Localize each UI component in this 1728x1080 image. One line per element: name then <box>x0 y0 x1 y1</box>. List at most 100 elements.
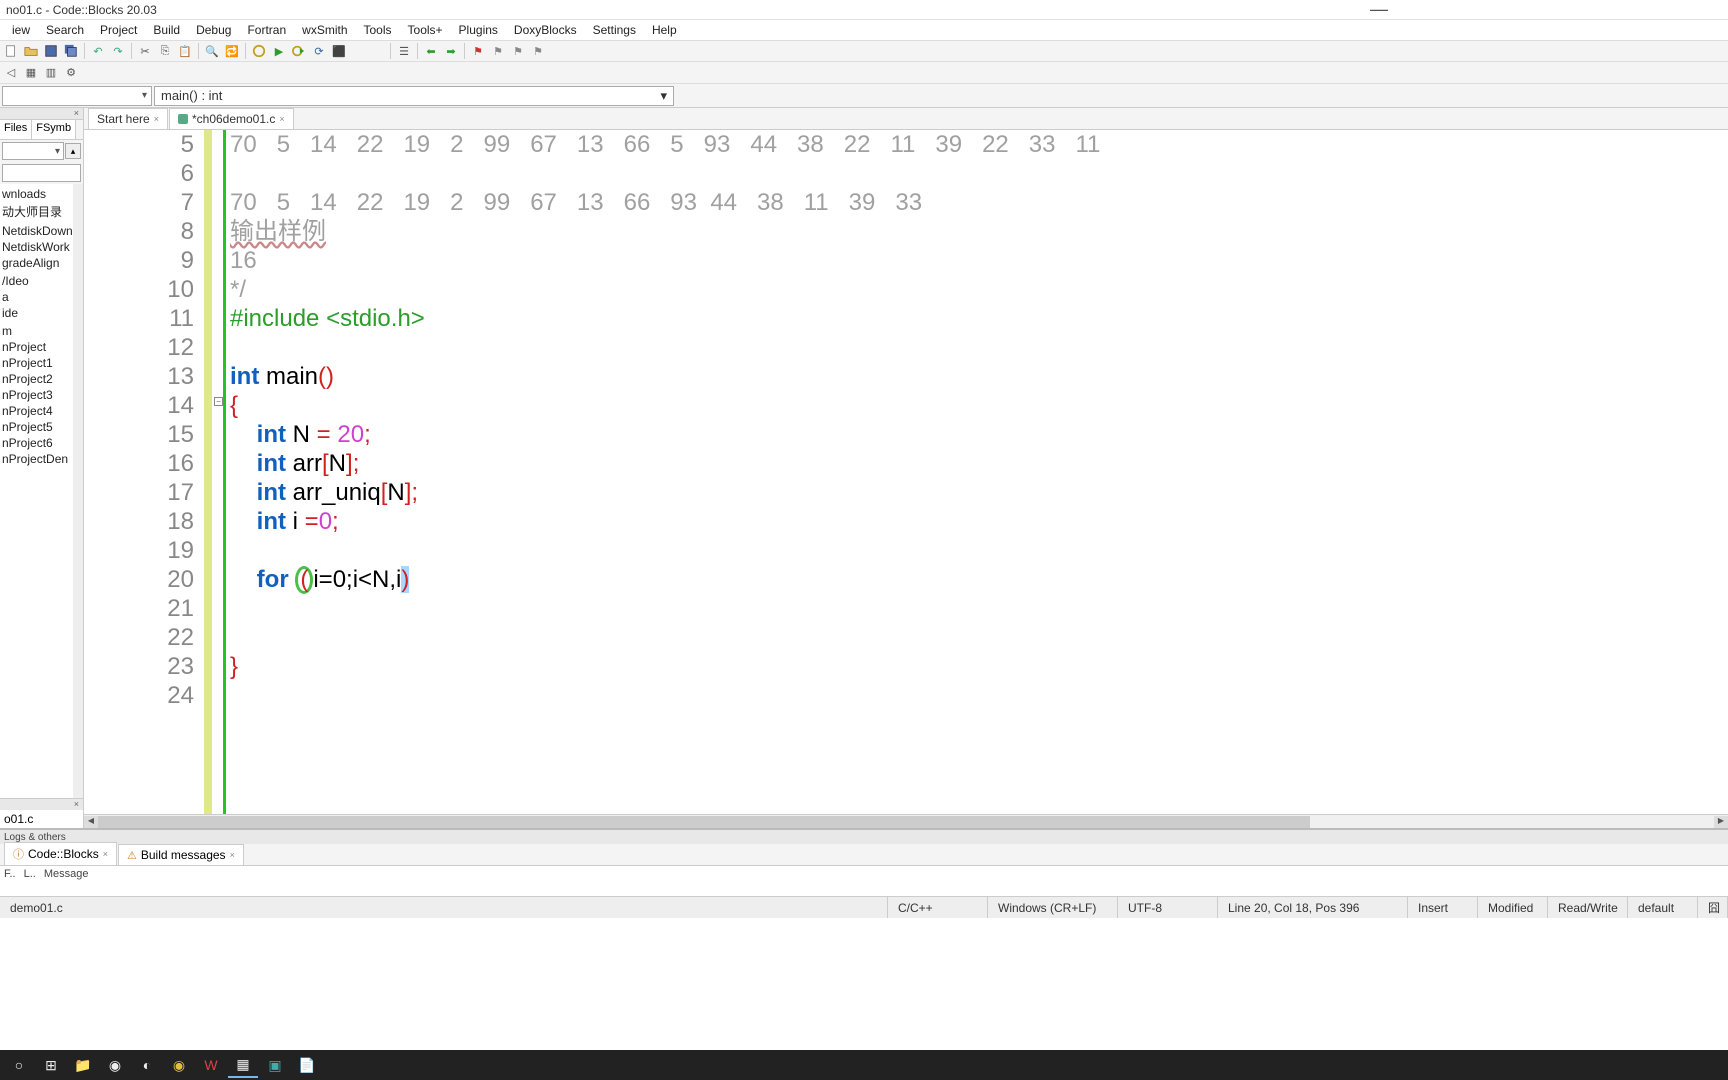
abort-icon[interactable]: ⬛ <box>330 42 348 60</box>
sidebar-close-bottom[interactable]: × <box>0 798 83 810</box>
copy-icon[interactable]: ⎘ <box>156 42 174 60</box>
menu-view[interactable]: iew <box>4 23 38 37</box>
tree-item[interactable]: /Ideo <box>0 273 83 289</box>
open-icon[interactable] <box>22 42 40 60</box>
new-icon[interactable] <box>2 42 20 60</box>
code-editor[interactable]: 56 78 910 1112 1314 1516 1718 1920 2122 … <box>84 130 1728 814</box>
sidebar-up-icon[interactable]: ▴ <box>65 143 81 159</box>
code-content[interactable]: 70 5 14 22 19 2 99 67 13 66 5 93 44 38 2… <box>226 130 1728 814</box>
close-icon[interactable]: × <box>279 114 284 124</box>
taskbar-app-icon[interactable]: ◉ <box>164 1052 194 1078</box>
sidebar-tab-fsymb[interactable]: FSymb <box>32 120 76 139</box>
menu-fortran[interactable]: Fortran <box>239 23 294 37</box>
scroll-thumb[interactable] <box>98 816 1310 828</box>
sidebar-file-tree[interactable]: wnloads 动大师目录 NetdiskDown NetdiskWork gr… <box>0 184 83 798</box>
tree-item[interactable]: gradeAlign <box>0 255 83 271</box>
nav-fwd-icon[interactable]: ➡ <box>442 42 460 60</box>
scroll-left-icon[interactable]: ◀ <box>84 816 98 828</box>
code-line <box>230 594 1728 623</box>
tree-item[interactable]: nProject3 <box>0 387 83 403</box>
tree-item[interactable]: nProject <box>0 339 83 355</box>
redo-icon[interactable]: ↷ <box>109 42 127 60</box>
taskbar-app-icon[interactable]: ◐ <box>132 1052 162 1078</box>
tab-start-here[interactable]: Start here × <box>88 108 168 129</box>
fold-minus-icon[interactable]: − <box>214 397 223 406</box>
menu-build[interactable]: Build <box>145 23 188 37</box>
build-icon[interactable] <box>250 42 268 60</box>
close-icon[interactable]: × <box>154 114 159 124</box>
buildrun-icon[interactable] <box>290 42 308 60</box>
menu-debug[interactable]: Debug <box>188 23 239 37</box>
jump-list-icon[interactable]: ▦ <box>22 64 40 82</box>
tree-item[interactable]: a <box>0 289 83 305</box>
taskbar-search-icon[interactable]: ○ <box>4 1052 34 1078</box>
tree-item[interactable]: nProjectDen <box>0 451 83 467</box>
find-icon[interactable]: 🔍 <box>203 42 221 60</box>
taskbar-chrome-icon[interactable]: ◉ <box>100 1052 130 1078</box>
taskbar-codeblocks-icon[interactable]: ▦ <box>228 1052 258 1078</box>
tree-item[interactable]: m <box>0 323 83 339</box>
bookmark-prev-icon[interactable]: ⚑ <box>489 42 507 60</box>
sidebar-search-input[interactable] <box>2 164 81 182</box>
sidebar-close-top[interactable]: × <box>0 108 83 120</box>
tree-item[interactable]: wnloads <box>0 186 83 202</box>
bookmark-next-icon[interactable]: ⚑ <box>509 42 527 60</box>
sidebar-filter-dropdown[interactable]: ▾ <box>2 142 64 160</box>
tree-item[interactable]: nProject4 <box>0 403 83 419</box>
scope-class-dropdown[interactable]: ▾ <box>2 86 152 106</box>
close-icon[interactable]: × <box>230 850 235 860</box>
paste-icon[interactable]: 📋 <box>176 42 194 60</box>
taskbar-explorer-icon[interactable]: 📁 <box>68 1052 98 1078</box>
minimize-button[interactable]: — <box>1370 0 1388 20</box>
replace-icon[interactable]: 🔁 <box>223 42 241 60</box>
menu-help[interactable]: Help <box>644 23 685 37</box>
tree-item[interactable]: nProject6 <box>0 435 83 451</box>
target-icon[interactable]: ☰ <box>395 42 413 60</box>
tree-item[interactable]: nProject2 <box>0 371 83 387</box>
nav-back-icon[interactable]: ⬅ <box>422 42 440 60</box>
save-icon[interactable] <box>42 42 60 60</box>
logs-body[interactable]: F.. L.. Message <box>0 866 1728 896</box>
logs-tab-build[interactable]: ⚠ Build messages × <box>118 844 244 865</box>
horizontal-scrollbar[interactable]: ◀ ▶ <box>84 814 1728 828</box>
tab-source-file[interactable]: *ch06demo01.c × <box>169 108 294 129</box>
taskbar-taskview-icon[interactable]: ⊞ <box>36 1052 66 1078</box>
status-ime[interactable]: 囧 <box>1698 897 1728 918</box>
scroll-right-icon[interactable]: ▶ <box>1714 816 1728 828</box>
taskbar-app-icon[interactable]: ▣ <box>260 1052 290 1078</box>
menu-project[interactable]: Project <box>92 23 145 37</box>
scope-function-label: main() : int <box>161 88 222 103</box>
menu-tools[interactable]: Tools <box>356 23 400 37</box>
sidebar-scrollbar[interactable] <box>73 184 83 798</box>
logs-tab-codeblocks[interactable]: ⓘ Code::Blocks × <box>4 842 117 865</box>
bookmark-clear-icon[interactable]: ⚑ <box>529 42 547 60</box>
tree-item[interactable]: ide <box>0 305 83 321</box>
run-icon[interactable]: ▶ <box>270 42 288 60</box>
menu-search[interactable]: Search <box>38 23 92 37</box>
saveall-icon[interactable] <box>62 42 80 60</box>
menu-plugins[interactable]: Plugins <box>451 23 506 37</box>
tree-item[interactable]: nProject5 <box>0 419 83 435</box>
bookmark-toggle-icon[interactable]: ⚑ <box>469 42 487 60</box>
taskbar-notepad-icon[interactable]: 📄 <box>292 1052 322 1078</box>
rebuild-icon[interactable]: ⟳ <box>310 42 328 60</box>
sidebar-open-file[interactable]: o01.c <box>0 810 83 828</box>
close-icon[interactable]: × <box>103 849 108 859</box>
jump-back-icon[interactable]: ◁ <box>2 64 20 82</box>
cut-icon[interactable]: ✂ <box>136 42 154 60</box>
undo-icon[interactable]: ↶ <box>89 42 107 60</box>
menu-wxsmith[interactable]: wxSmith <box>294 23 355 37</box>
taskbar-wps-icon[interactable]: W <box>196 1052 226 1078</box>
scope-function-dropdown[interactable]: main() : int ▾ <box>154 86 674 106</box>
menu-doxyblocks[interactable]: DoxyBlocks <box>506 23 585 37</box>
sidebar-tab-files[interactable]: Files <box>0 120 32 139</box>
tree-item[interactable]: NetdiskWork <box>0 239 83 255</box>
tree-item[interactable]: nProject1 <box>0 355 83 371</box>
tree-item[interactable]: 动大师目录 <box>0 202 83 221</box>
fold-margin[interactable]: − <box>212 130 226 814</box>
tree-item[interactable]: NetdiskDown <box>0 223 83 239</box>
menu-settings[interactable]: Settings <box>585 23 644 37</box>
jump-split-icon[interactable]: ▥ <box>42 64 60 82</box>
jump-config-icon[interactable]: ⚙ <box>62 64 80 82</box>
menu-toolsplus[interactable]: Tools+ <box>400 23 451 37</box>
